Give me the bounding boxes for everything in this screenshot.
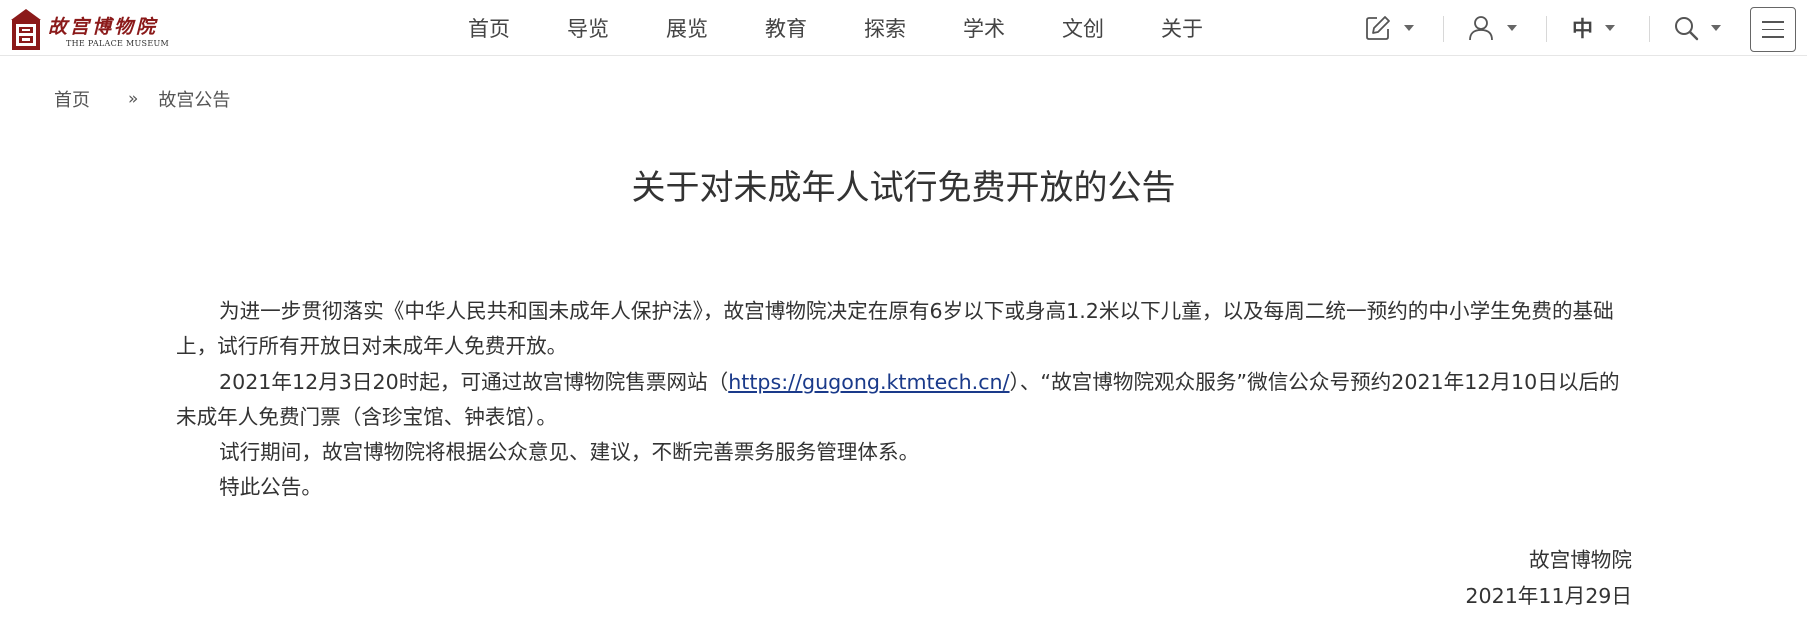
ticket-website-link[interactable]: https://gugong.ktmtech.cn/ [728,370,1009,394]
search-dropdown[interactable] [1673,12,1721,44]
paragraph-4: 特此公告。 [219,475,322,500]
article-signature: 故宫博物院 2021年11月29日 [1465,542,1632,614]
chevron-down-icon [1711,25,1721,31]
user-dropdown[interactable] [1467,12,1517,44]
language-dropdown[interactable]: 中 [1572,12,1615,44]
palace-emblem-icon [11,9,41,50]
palace-museum-logo[interactable]: 故宫博物院 THE PALACE MUSEUM [8,6,173,52]
nav-item-creative[interactable]: 文创 [1062,13,1161,43]
menu-bar [1762,28,1784,31]
nav-item-home[interactable]: 首页 [468,13,567,43]
site-header: 故宫博物院 THE PALACE MUSEUM 首页 导览 展览 教育 探索 学… [0,0,1807,56]
nav-item-explore[interactable]: 探索 [864,13,963,43]
menu-bar [1762,21,1784,23]
edit-dropdown[interactable] [1364,12,1414,44]
toolbar-divider [1546,16,1547,42]
logo-chinese-name: 故宫博物院 [48,16,159,38]
main-nav: 首页 导览 展览 教育 探索 学术 文创 关于 [468,0,1260,56]
breadcrumb-current[interactable]: 故宫公告 [158,86,230,112]
toolbar-divider [1649,16,1650,42]
paragraph-3: 试行期间，故宫博物院将根据公众意见、建议，不断完善票务服务管理体系。 [219,440,920,465]
toolbar-divider [1443,16,1444,42]
user-icon [1469,16,1493,41]
breadcrumb: 首页 » 故宫公告 [54,86,230,112]
nav-item-academic[interactable]: 学术 [963,13,1062,43]
signature-date: 2021年11月29日 [1465,584,1632,608]
paragraph-2: 2021年12月3日20时起，可通过故宫博物院售票网站（https://gugo… [176,365,1636,436]
nav-item-about[interactable]: 关于 [1161,13,1260,43]
logo-english-name: THE PALACE MUSEUM [66,39,170,48]
search-icon [1675,17,1699,41]
menu-bar [1762,36,1784,38]
signature-organization: 故宫博物院 [1529,548,1632,572]
pencil-edit-icon [1366,16,1390,40]
language-label: 中 [1572,17,1593,41]
page-title: 关于对未成年人试行免费开放的公告 [631,168,1176,208]
chevron-down-icon [1507,25,1517,31]
nav-item-guide[interactable]: 导览 [567,13,666,43]
nav-item-exhibitions[interactable]: 展览 [666,13,765,43]
article-body: 为进一步贯彻落实《中华人民共和国未成年人保护法》，故宫博物院决定在原有6岁以下或… [176,294,1636,506]
paragraph-1: 为进一步贯彻落实《中华人民共和国未成年人保护法》，故宫博物院决定在原有6岁以下或… [176,299,1614,359]
chevron-down-icon [1605,25,1615,31]
nav-item-education[interactable]: 教育 [765,13,864,43]
hamburger-menu-button[interactable] [1750,7,1796,52]
paragraph-2-text: 2021年12月3日20时起，可通过故宫博物院售票网站（ [219,369,729,394]
breadcrumb-home[interactable]: 首页 [54,86,90,112]
breadcrumb-separator: » [128,89,139,109]
chevron-down-icon [1404,25,1414,31]
